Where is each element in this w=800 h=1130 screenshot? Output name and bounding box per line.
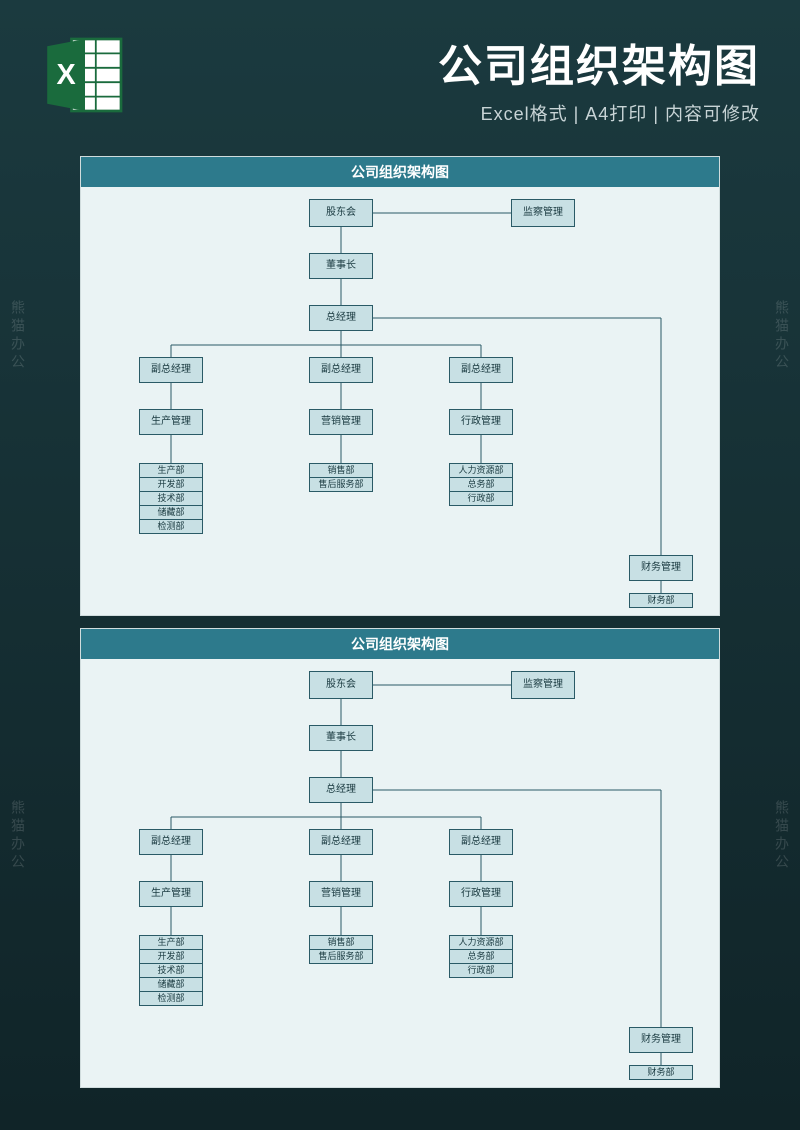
node-dept-general: 总务部	[449, 949, 513, 964]
node-dept-finance: 财务部	[629, 1065, 693, 1080]
node-dept-service: 售后服务部	[309, 949, 373, 964]
node-dept-inspect: 检测部	[139, 519, 203, 534]
main-title: 公司组织架构图	[150, 30, 760, 94]
node-dept-sales: 销售部	[309, 935, 373, 950]
node-dept-hr: 人力资源部	[449, 935, 513, 950]
node-dept-tech: 技术部	[139, 963, 203, 978]
node-dept-rd: 开发部	[139, 949, 203, 964]
node-dept-prod: 生产部	[139, 935, 203, 950]
chart-body: 股东会 监察管理 董事长 总经理 副总经理 副总经理 副总经理 生产管理 营销管…	[81, 185, 719, 615]
node-dept-sales: 销售部	[309, 463, 373, 478]
connectors	[81, 185, 719, 615]
preview-wrap: 公司组织架构图 股东会 监察管理 董事	[80, 156, 720, 1088]
node-board: 股东会	[309, 199, 373, 227]
node-dept-admin: 行政部	[449, 491, 513, 506]
side-watermark-right: 熊猫办公	[772, 300, 792, 372]
chart-title: 公司组织架构图	[81, 157, 719, 187]
node-chairman: 董事长	[309, 725, 373, 751]
node-admin-mgmt: 行政管理	[449, 881, 513, 907]
node-dept-admin: 行政部	[449, 963, 513, 978]
node-dept-service: 售后服务部	[309, 477, 373, 492]
svg-text:X: X	[56, 59, 75, 91]
node-dgm1: 副总经理	[139, 357, 203, 383]
node-dgm3: 副总经理	[449, 357, 513, 383]
node-fin-mgmt: 财务管理	[629, 1027, 693, 1053]
node-chairman: 董事长	[309, 253, 373, 279]
node-dept-prod: 生产部	[139, 463, 203, 478]
node-dgm1: 副总经理	[139, 829, 203, 855]
node-dgm2: 副总经理	[309, 357, 373, 383]
side-watermark-right-2: 熊猫办公	[772, 800, 792, 872]
node-dept-tech: 技术部	[139, 491, 203, 506]
node-supervise: 监察管理	[511, 199, 575, 227]
chart-body: 股东会 监察管理 董事长 总经理 副总经理 副总经理 副总经理 生产管理 营销管…	[81, 657, 719, 1087]
node-dept-finance: 财务部	[629, 593, 693, 608]
side-watermark-left: 熊猫办公	[8, 300, 28, 372]
node-sales-mgmt: 营销管理	[309, 881, 373, 907]
title-block: 公司组织架构图 Excel格式 | A4打印 | 内容可修改	[150, 30, 760, 126]
node-prod-mgmt: 生产管理	[139, 409, 203, 435]
node-dept-inspect: 检测部	[139, 991, 203, 1006]
node-dept-store: 储藏部	[139, 977, 203, 992]
node-sales-mgmt: 营销管理	[309, 409, 373, 435]
node-gm: 总经理	[309, 305, 373, 331]
connectors	[81, 657, 719, 1087]
node-dept-general: 总务部	[449, 477, 513, 492]
node-dept-rd: 开发部	[139, 477, 203, 492]
node-dgm2: 副总经理	[309, 829, 373, 855]
node-dept-store: 储藏部	[139, 505, 203, 520]
header: X 公司组织架构图 Excel格式 | A4打印 | 内容可修改	[0, 0, 800, 146]
side-watermark-left-2: 熊猫办公	[8, 800, 28, 872]
node-gm: 总经理	[309, 777, 373, 803]
org-chart-2: 公司组织架构图 股东会 监察管理 董事	[80, 628, 720, 1088]
org-chart-1: 公司组织架构图 股东会 监察管理 董事	[80, 156, 720, 616]
node-admin-mgmt: 行政管理	[449, 409, 513, 435]
node-dgm3: 副总经理	[449, 829, 513, 855]
node-supervise: 监察管理	[511, 671, 575, 699]
node-dept-hr: 人力资源部	[449, 463, 513, 478]
sub-title: Excel格式 | A4打印 | 内容可修改	[150, 100, 760, 126]
excel-icon: X	[40, 30, 130, 120]
node-fin-mgmt: 财务管理	[629, 555, 693, 581]
node-prod-mgmt: 生产管理	[139, 881, 203, 907]
chart-title: 公司组织架构图	[81, 629, 719, 659]
node-board: 股东会	[309, 671, 373, 699]
